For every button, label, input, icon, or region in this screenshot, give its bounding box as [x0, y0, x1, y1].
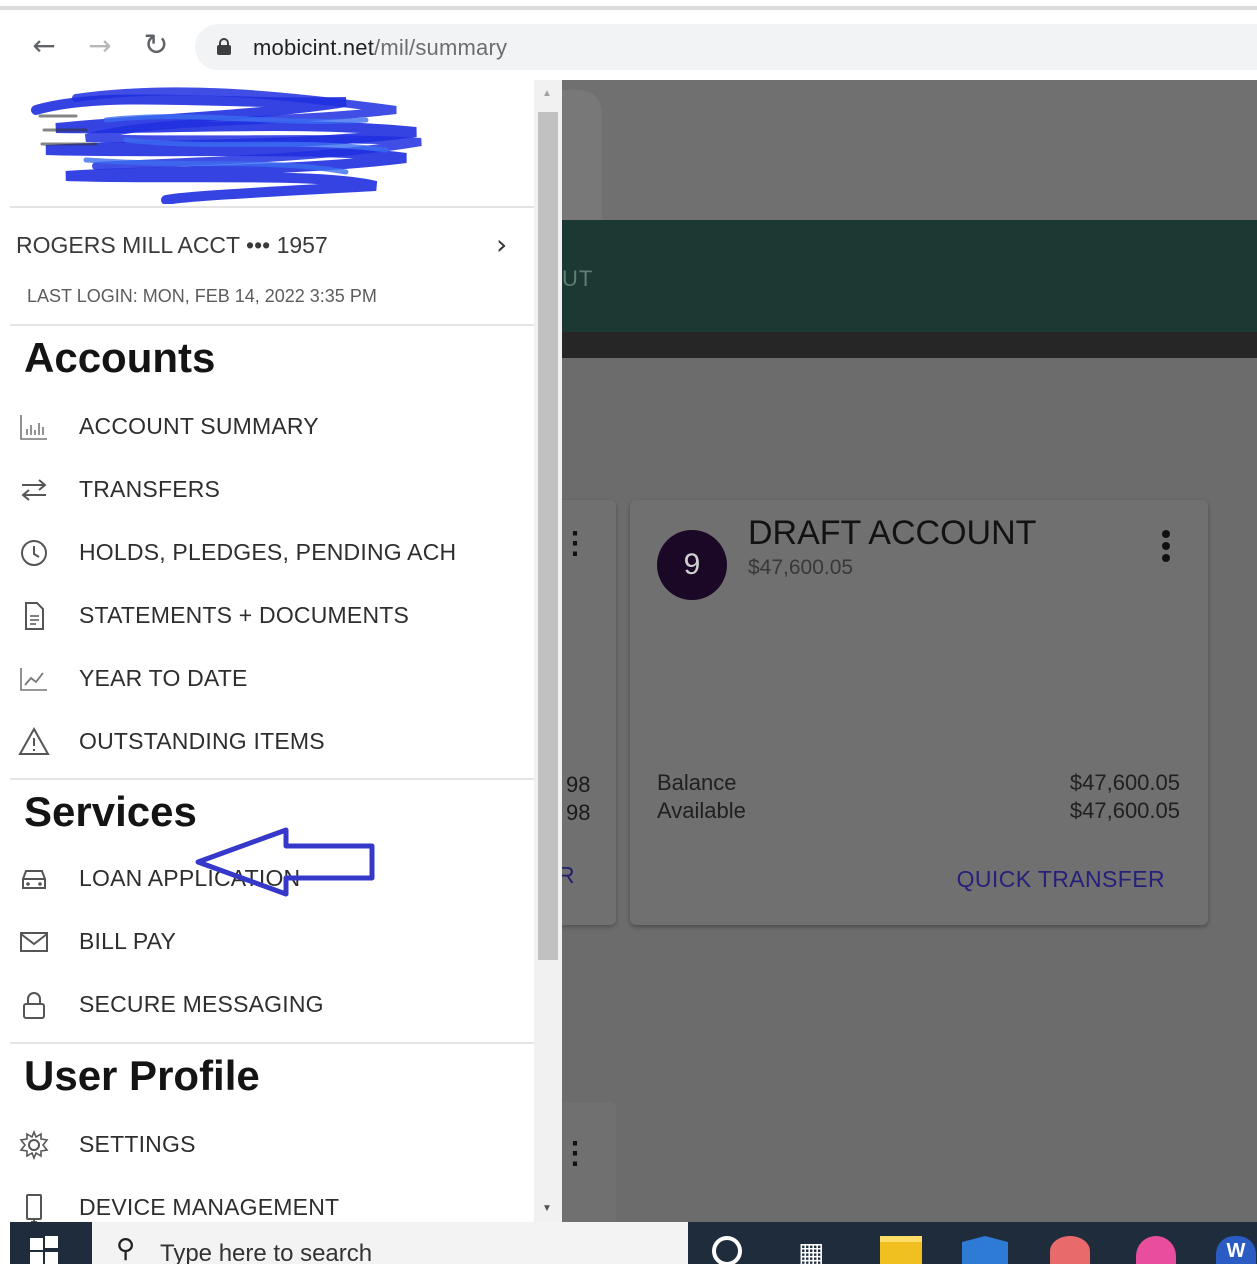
warning-icon	[18, 726, 50, 758]
scroll-up-icon[interactable]: ▲	[542, 88, 552, 99]
nav-item-account-summary[interactable]: ACCOUNT SUMMARY	[10, 401, 534, 453]
search-placeholder: Type here to search	[160, 1240, 373, 1264]
nav-item-device-management[interactable]: DEVICE MANAGEMENT	[10, 1182, 534, 1222]
nav-item-label: OUTSTANDING ITEMS	[79, 728, 325, 754]
address-bar[interactable]: mobicint.net/mil/summary	[195, 24, 1257, 70]
more-vert-icon[interactable]: ⋮	[562, 529, 590, 559]
more-vert-icon[interactable]: ⋮	[562, 1136, 590, 1171]
snipping-tool-icon[interactable]	[1050, 1236, 1090, 1264]
partial-value: 98	[566, 772, 591, 797]
nav-item-secure-messaging[interactable]: SECURE MESSAGING	[10, 979, 534, 1031]
url-path: /mil/summary	[374, 35, 508, 60]
url-text[interactable]: mobicint.net/mil/summary	[253, 35, 507, 61]
account-card-partial: ⋮ 98 98 R	[562, 500, 616, 925]
divider	[10, 324, 534, 326]
nav-item-label: SECURE MESSAGING	[79, 991, 324, 1017]
taskbar-search[interactable]: ⚲ Type here to search	[92, 1222, 688, 1264]
partial-link[interactable]: R	[562, 862, 575, 889]
reload-icon[interactable]: ↻	[138, 28, 174, 64]
nav-item-label: TRANSFERS	[79, 476, 221, 502]
nav-item-settings[interactable]: SETTINGS	[10, 1119, 534, 1171]
available-label: Available	[657, 798, 746, 823]
more-vert-icon[interactable]	[1162, 530, 1170, 566]
trend-chart-icon	[18, 663, 50, 695]
quick-transfer-button[interactable]: QUICK TRANSFER	[957, 866, 1165, 893]
nav-item-label: ACCOUNT SUMMARY	[79, 413, 319, 439]
divider	[10, 1042, 534, 1044]
taskbar: ⚲ Type here to search ▦ W	[0, 1222, 1257, 1264]
available-value: $47,600.05	[1069, 798, 1180, 823]
nav-item-holds[interactable]: HOLDS, PLEDGES, PENDING ACH	[10, 527, 534, 579]
navigation-drawer: ROGERS MILL ACCT ••• 1957 › LAST LOGIN: …	[10, 80, 534, 1222]
document-icon	[18, 600, 50, 632]
windows-start-icon[interactable]	[30, 1236, 60, 1264]
account-badge: 9	[657, 530, 727, 600]
drawer-scrollbar[interactable]: ▲ ▼	[534, 80, 562, 1222]
nav-item-outstanding-items[interactable]: OUTSTANDING ITEMS	[10, 716, 534, 768]
nav-item-transfers[interactable]: TRANSFERS	[10, 464, 534, 516]
app-background: UT ⋮ 98 98 R ⋮ 9 DRAFT ACCOUNT $47,600.0…	[562, 80, 1257, 1222]
annotation-arrow	[195, 827, 375, 897]
mail-icon[interactable]	[962, 1236, 1008, 1264]
nav-partial-label: UT	[562, 266, 594, 291]
nav-item-label: STATEMENTS + DOCUMENTS	[79, 602, 410, 628]
car-icon	[18, 863, 50, 895]
scroll-down-icon[interactable]: ▼	[542, 1203, 552, 1214]
balance-value: $47,600.05	[1069, 770, 1180, 795]
window-top-edge	[0, 0, 1257, 10]
app-header	[562, 80, 1257, 230]
draft-account-card: 9 DRAFT ACCOUNT $47,600.05 Balance $47,6…	[630, 500, 1208, 925]
gear-icon	[18, 1129, 50, 1161]
nav-item-label: DEVICE MANAGEMENT	[79, 1194, 340, 1220]
balance-label: Balance	[657, 770, 737, 795]
scrollbar-thumb[interactable]	[538, 112, 558, 960]
word-icon[interactable]: W	[1216, 1236, 1256, 1264]
app-banner-strip	[562, 332, 1257, 358]
arrow-right-icon[interactable]: →	[82, 28, 118, 64]
account-amount: $47,600.05	[748, 556, 854, 579]
divider	[10, 206, 534, 208]
section-title-user-profile: User Profile	[24, 1052, 260, 1099]
redacted-logo-scribble	[31, 87, 422, 204]
browser-toolbar: ← → ↻ mobicint.net/mil/summary	[0, 14, 1257, 80]
chevron-right-icon[interactable]: ›	[496, 228, 507, 261]
search-icon: ⚲	[116, 1234, 136, 1264]
lock-icon	[18, 989, 50, 1021]
bar-chart-icon	[18, 411, 50, 443]
section-title-services: Services	[24, 788, 197, 835]
nav-item-label: SETTINGS	[79, 1131, 196, 1157]
device-icon	[18, 1192, 50, 1222]
divider	[10, 778, 534, 780]
lock-icon[interactable]	[217, 38, 231, 55]
nav-item-bill-pay[interactable]: BILL PAY	[10, 916, 534, 968]
file-explorer-icon[interactable]	[880, 1236, 922, 1264]
app-nav-bar: UT	[562, 220, 1257, 332]
account-selector[interactable]: ROGERS MILL ACCT ••• 1957	[16, 232, 328, 259]
nav-item-statements[interactable]: STATEMENTS + DOCUMENTS	[10, 590, 534, 642]
nav-item-label: BILL PAY	[79, 928, 177, 954]
nav-item-label: YEAR TO DATE	[79, 665, 248, 691]
word-letter: W	[1216, 1236, 1256, 1264]
clock-icon	[18, 537, 50, 569]
transfer-arrows-icon	[18, 474, 50, 506]
url-domain: mobicint.net	[253, 35, 375, 60]
nav-item-label: HOLDS, PLEDGES, PENDING ACH	[79, 539, 457, 565]
last-login-text: LAST LOGIN: MON, FEB 14, 2022 3:35 PM	[27, 286, 377, 306]
nav-item-year-to-date[interactable]: YEAR TO DATE	[10, 653, 534, 705]
itunes-icon[interactable]	[1136, 1236, 1176, 1264]
screenshot: ← → ↻ mobicint.net/mil/summary UT ⋮ 98 9…	[0, 0, 1257, 1264]
partial-value: 98	[566, 800, 591, 825]
section-title-accounts: Accounts	[24, 334, 216, 381]
arrow-left-icon[interactable]: ←	[26, 28, 62, 64]
account-name: DRAFT ACCOUNT	[748, 514, 1037, 552]
account-card-partial-lower: ⋮	[562, 1102, 616, 1222]
cortana-icon[interactable]	[712, 1236, 752, 1264]
envelope-icon	[18, 926, 50, 958]
task-view-icon[interactable]: ▦	[798, 1236, 838, 1264]
